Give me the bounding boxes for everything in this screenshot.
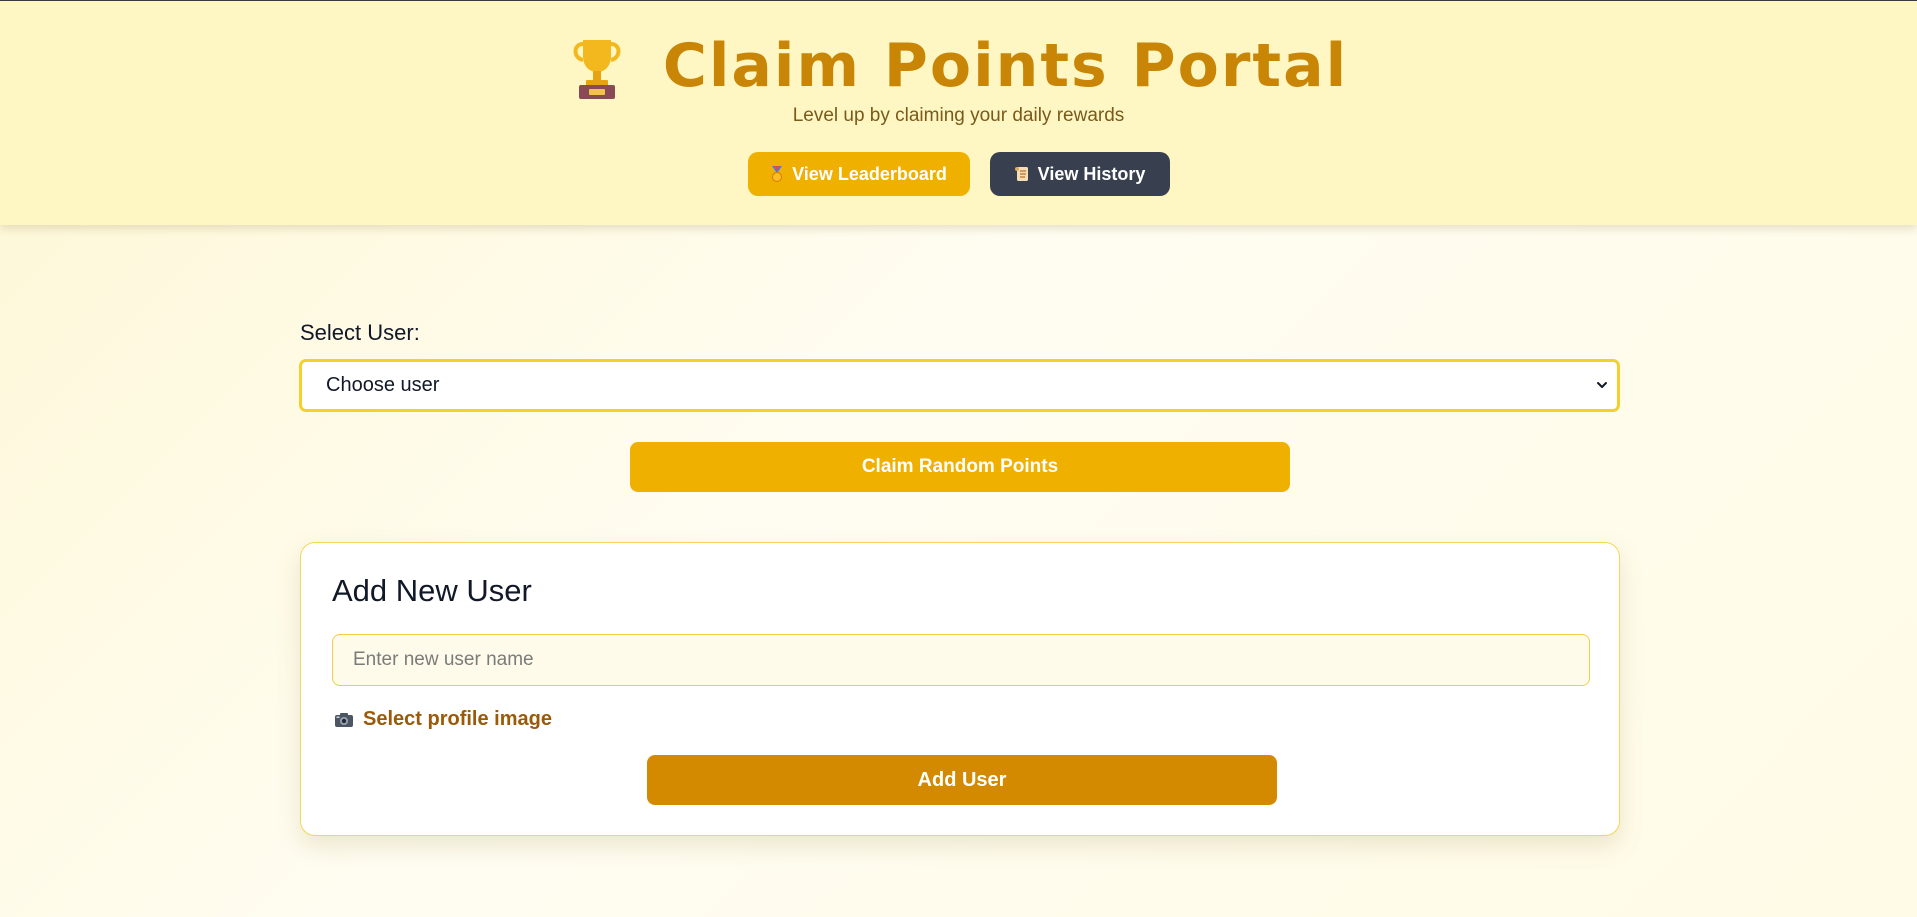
chevron-down-icon xyxy=(1597,382,1607,388)
select-profile-image[interactable]: Select profile image xyxy=(334,708,552,731)
medal-icon xyxy=(772,166,783,182)
title-row: Claim Points Portal xyxy=(0,31,1917,101)
page-header: Claim Points Portal Level up by claiming… xyxy=(0,1,1917,225)
new-user-name-input[interactable] xyxy=(332,634,1590,686)
claim-random-points-button[interactable]: Claim Random Points xyxy=(630,442,1290,492)
user-select-value: Choose user xyxy=(326,374,440,396)
add-user-button-label: Add User xyxy=(917,768,1007,791)
header-nav: View Leaderboard View History xyxy=(0,152,1917,196)
view-leaderboard-label: View Leaderboard xyxy=(792,163,947,184)
camera-icon xyxy=(335,712,353,727)
add-user-title: Add New User xyxy=(332,573,532,608)
scroll-icon xyxy=(1014,167,1028,181)
add-user-card: Add New User Select profile image Add Us… xyxy=(300,542,1620,836)
claim-button-label: Claim Random Points xyxy=(861,456,1059,477)
page-title: Claim Points Portal xyxy=(662,31,1349,101)
select-user-label: Select User: xyxy=(300,320,420,345)
view-leaderboard-button[interactable]: View Leaderboard xyxy=(747,152,970,196)
select-profile-image-label: Select profile image xyxy=(363,708,552,730)
view-history-button[interactable]: View History xyxy=(989,152,1170,196)
trophy-icon xyxy=(573,40,621,99)
view-history-label: View History xyxy=(1037,163,1146,184)
user-select[interactable]: Choose user xyxy=(299,359,1620,412)
add-user-button[interactable]: Add User xyxy=(647,755,1277,805)
page-subtitle: Level up by claiming your daily rewards xyxy=(792,105,1125,126)
